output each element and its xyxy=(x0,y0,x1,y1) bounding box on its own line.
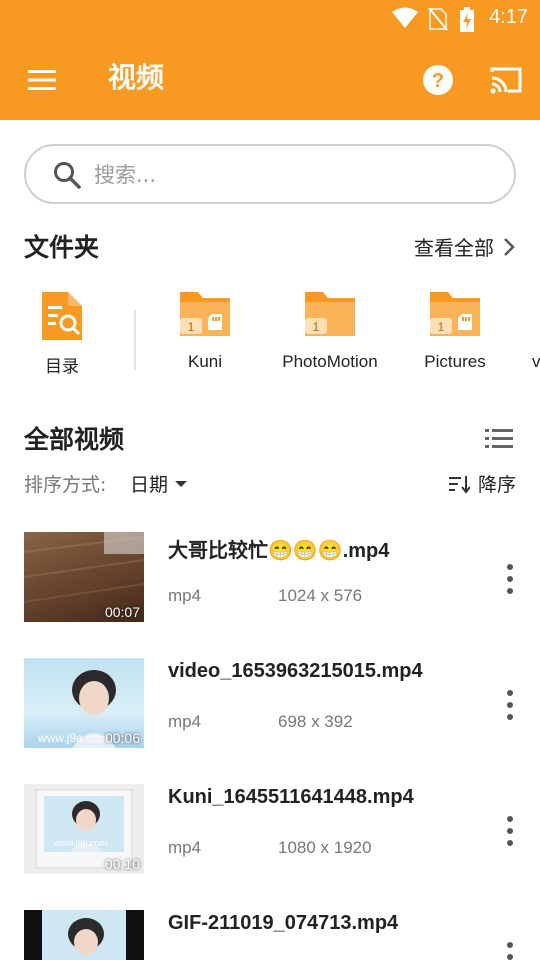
svg-text:www.j9p.com: www.j9p.com xyxy=(53,838,107,848)
help-icon[interactable]: ? xyxy=(418,60,458,100)
video-format: mp4 xyxy=(168,712,202,731)
folder-photomotion[interactable]: 1 PhotoMotion xyxy=(265,282,395,382)
sort-descending-icon xyxy=(448,475,470,494)
sort-order-label: 降序 xyxy=(477,474,516,496)
caret-down-icon xyxy=(175,480,188,487)
folders-title: 文件夹 xyxy=(24,233,100,262)
chevron-right-icon xyxy=(504,237,515,256)
video-thumbnail: www.j9a.com 00:06 xyxy=(24,658,144,748)
svg-text:www.j9a.com: www.j9a.com xyxy=(37,731,109,745)
view-all-label: 查看全部 xyxy=(414,236,494,260)
folder-badge-count: 1 xyxy=(313,320,320,334)
list-item[interactable]: GIF-211019_074713.mp4 xyxy=(0,910,540,960)
folder-label: Pictures xyxy=(424,352,486,371)
video-name: 大哥比较忙😁😁😁.mp4 xyxy=(168,540,390,562)
app-bar: 视频 ? xyxy=(0,38,540,120)
directory-search-icon xyxy=(42,292,82,340)
sd-folder-icon: 1 xyxy=(180,292,230,336)
page-title: 视频 xyxy=(108,61,165,94)
more-options-icon[interactable] xyxy=(502,814,518,848)
video-name: GIF-211019_074713.mp4 xyxy=(168,912,399,934)
sort-dropdown[interactable]: 日期 xyxy=(130,470,188,497)
status-time: 4:17 xyxy=(489,6,528,28)
svg-text:?: ? xyxy=(432,70,444,92)
folder-icon: 1 xyxy=(305,292,355,336)
list-item[interactable]: 00:07 大哥比较忙😁😁😁.mp4 mp4 1024 x 576 xyxy=(0,532,540,624)
list-item[interactable]: www.j9a.com 00:06 video_1653963215015.mp… xyxy=(0,658,540,750)
video-name: Kuni_1645511641448.mp4 xyxy=(168,786,414,808)
video-duration: 00:07 xyxy=(104,604,140,620)
search-input[interactable] xyxy=(94,158,494,192)
view-all-link[interactable]: 查看全部 xyxy=(414,232,516,261)
video-resolution: 1024 x 576 xyxy=(278,586,363,605)
video-duration: 00:10 xyxy=(104,856,140,872)
cast-icon[interactable] xyxy=(486,60,526,100)
list-view-icon[interactable] xyxy=(484,426,514,452)
menu-icon[interactable] xyxy=(22,60,62,100)
video-name: video_1653963215015.mp4 xyxy=(168,660,423,682)
battery-charging-icon xyxy=(460,7,474,32)
more-options-icon[interactable] xyxy=(502,688,518,722)
wifi-icon xyxy=(392,7,418,28)
folder-label: v xyxy=(532,352,540,371)
video-duration: 00:06 xyxy=(104,730,140,746)
folder-badge-count: 1 xyxy=(188,320,195,334)
sort-value: 日期 xyxy=(130,474,169,496)
video-format: mp4 xyxy=(168,838,202,857)
video-thumbnail: 00:07 xyxy=(24,532,144,622)
list-item[interactable]: www.j9p.com 00:10 Kuni_1645511641448.mp4… xyxy=(0,784,540,876)
video-resolution: 698 x 392 xyxy=(278,712,353,731)
video-thumbnail xyxy=(24,910,144,960)
portrait-image xyxy=(42,910,126,960)
more-options-icon[interactable] xyxy=(502,562,518,596)
folder-label: 目录 xyxy=(45,357,79,376)
more-options-icon[interactable] xyxy=(502,940,518,960)
folder-row: 目录 1 Kuni 1 PhotoMotion 1 Pictures v xyxy=(0,282,540,382)
video-format: mp4 xyxy=(168,586,202,605)
folder-label: Kuni xyxy=(187,352,223,371)
search-icon xyxy=(54,162,81,189)
status-bar: 4:17 xyxy=(0,0,540,38)
sort-label: 排序方式: xyxy=(24,474,107,496)
videos-title: 全部视频 xyxy=(24,425,125,454)
video-resolution: 1080 x 1920 xyxy=(278,838,372,857)
folder-directory[interactable]: 目录 xyxy=(0,282,127,382)
folder-divider xyxy=(134,310,136,370)
folder-label: PhotoMotion xyxy=(282,352,378,371)
sort-row: 排序方式: 日期 降序 xyxy=(24,470,516,498)
folder-badge-count: 1 xyxy=(438,320,445,334)
sd-folder-icon: 1 xyxy=(430,292,480,336)
folder-pictures[interactable]: 1 Pictures xyxy=(390,282,520,382)
folder-partial[interactable]: v xyxy=(528,282,540,382)
search-bar[interactable] xyxy=(24,144,516,204)
folder-kuni[interactable]: 1 Kuni xyxy=(140,282,270,382)
sort-order-button[interactable]: 降序 xyxy=(448,470,516,497)
no-sim-icon xyxy=(428,7,448,31)
video-thumbnail: www.j9p.com 00:10 xyxy=(24,784,144,874)
